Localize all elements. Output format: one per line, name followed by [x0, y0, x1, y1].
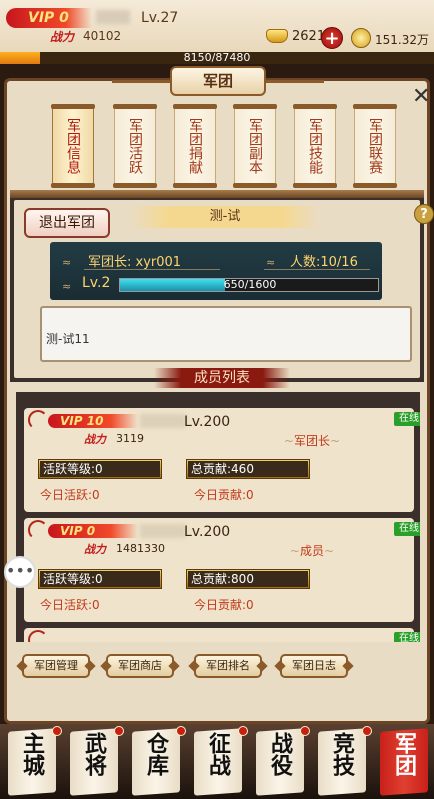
player-exp-bar: 8150/87480 — [0, 52, 434, 64]
today-contribution: 今日贡献:0 — [194, 598, 254, 612]
recharge-plus-button[interactable]: + — [321, 27, 343, 49]
member-role: 成员 — [262, 542, 362, 560]
member-list[interactable]: VIP 10 Lv.200 战力 3119 军团长 在线 活跃等级:0 总贡献:… — [16, 392, 420, 642]
nav-label: 军团 — [391, 732, 417, 776]
chat-icon[interactable]: ••• — [4, 556, 36, 588]
nav-warehouse[interactable]: 仓库 — [128, 724, 186, 799]
member-power: 1481330 — [116, 542, 165, 555]
total-contribution: 总贡献:460 — [188, 461, 308, 477]
tab-guild-dungeon[interactable]: 军团副本 — [233, 104, 277, 188]
nav-main-city[interactable]: 主城 — [4, 724, 62, 799]
member-vip-badge: VIP 10 — [48, 414, 138, 428]
nav-label: 战役 — [267, 732, 293, 776]
power-label: 战力 — [50, 30, 75, 44]
guild-rank-button[interactable]: 军团排名 — [194, 654, 262, 678]
tab-guild-donate[interactable]: 军团捐献 — [173, 104, 217, 188]
member-power-label: 战力 — [84, 543, 106, 556]
nav-arena[interactable]: 竞技 — [314, 724, 372, 799]
today-activity: 今日活跃:0 — [40, 488, 100, 502]
notification-dot-icon — [300, 726, 310, 736]
guild-exp-bar: 650/1600 — [119, 278, 379, 292]
total-contrib-box: 总贡献:460 — [186, 459, 310, 479]
guild-notice[interactable]: 测-试11 — [40, 306, 412, 362]
member-role-text: 成员 — [299, 544, 324, 558]
total-contrib-box: 总贡献:800 — [186, 569, 310, 589]
today-activity: 今日活跃:0 — [40, 598, 100, 612]
member-power-label: 战力 — [84, 433, 106, 446]
gold-ingot-icon — [266, 29, 288, 43]
member-role: 军团长 — [262, 432, 362, 450]
coin-amount: 151.32万 — [375, 33, 429, 47]
guild-log-button[interactable]: 军团日志 — [280, 654, 348, 678]
guild-member-count: 人数:10/16 — [290, 255, 358, 270]
tab-guild-activity[interactable]: 军团活跃 — [113, 104, 157, 188]
member-name-redacted — [140, 524, 186, 538]
member-vip-badge: VIP 0 — [48, 524, 138, 538]
today-contribution: 今日贡献:0 — [194, 488, 254, 502]
player-name-redacted — [96, 10, 130, 24]
online-status-badge: 在线 — [394, 412, 420, 426]
player-level: Lv.27 — [141, 10, 179, 26]
member-level: Lv.200 — [184, 414, 231, 430]
guild-exp-text: 650/1600 — [223, 278, 277, 291]
notification-dot-icon — [238, 726, 248, 736]
guild-level: Lv.2 — [82, 275, 111, 291]
nav-generals[interactable]: 武将 — [66, 724, 124, 799]
member-name-redacted — [140, 414, 186, 428]
tab-guild-skills[interactable]: 军团技能 — [293, 104, 337, 188]
nav-label: 武将 — [81, 732, 107, 776]
activity-level-box: 活跃等级:0 — [38, 569, 162, 589]
notification-dot-icon — [362, 726, 372, 736]
guild-tabs: 军团信息 军团活跃 军团捐献 军团副本 军团技能 军团联赛 — [51, 104, 412, 188]
nav-label: 主城 — [19, 732, 45, 776]
member-level: Lv.200 — [184, 524, 231, 540]
scroll-ornament-icon — [28, 630, 48, 642]
total-contribution: 总贡献:800 — [188, 571, 308, 587]
activity-level: 活跃等级:0 — [40, 461, 160, 477]
nav-label: 征战 — [205, 732, 231, 776]
guild-shop-button[interactable]: 军团商店 — [106, 654, 174, 678]
scroll-ornament-icon — [28, 410, 48, 430]
notification-dot-icon — [114, 726, 124, 736]
cloud-ornament-icon: ≈ — [62, 256, 72, 269]
online-status-badge: 在线 — [394, 632, 420, 642]
member-role-text: 军团长 — [293, 434, 330, 448]
member-power: 3119 — [116, 432, 144, 445]
notification-dot-icon — [52, 726, 62, 736]
cloud-ornament-icon: ≈ — [266, 256, 276, 269]
player-power: 40102 — [83, 29, 122, 43]
nav-battle[interactable]: 战役 — [252, 724, 310, 799]
activity-level: 活跃等级:0 — [40, 571, 160, 587]
nav-label: 仓库 — [143, 732, 169, 776]
leader-underline — [84, 269, 220, 270]
close-icon[interactable]: ✕ — [412, 84, 430, 109]
online-status-badge: 在线 — [394, 522, 420, 536]
coin-icon — [351, 28, 371, 48]
member-card[interactable]: VIP 10 Lv.200 战力 3119 军团长 在线 活跃等级:0 总贡献:… — [24, 408, 420, 512]
tab-divider — [10, 190, 424, 198]
guild-manage-button[interactable]: 军团管理 — [22, 654, 90, 678]
nav-guild[interactable]: 军团 — [376, 724, 430, 799]
member-card[interactable]: 在线 — [24, 628, 420, 642]
nav-campaign[interactable]: 征战 — [190, 724, 248, 799]
scroll-ornament-icon — [28, 520, 48, 540]
player-exp-text: 8150/87480 — [183, 51, 251, 64]
member-card[interactable]: VIP 0 Lv.200 战力 1481330 成员 在线 活跃等级:0 总贡献… — [24, 518, 420, 622]
activity-level-box: 活跃等级:0 — [38, 459, 162, 479]
help-icon[interactable]: ? — [414, 204, 434, 224]
guild-leader: 军团长: xyr001 — [88, 255, 182, 270]
quit-guild-button[interactable]: 退出军团 — [24, 208, 110, 238]
notification-dot-icon — [176, 726, 186, 736]
nav-label: 竞技 — [329, 732, 355, 776]
vip-badge[interactable]: VIP 0 — [6, 8, 92, 28]
tab-guild-info[interactable]: 军团信息 — [51, 104, 95, 188]
guild-name: 测-试 — [130, 206, 320, 228]
cloud-ornament-icon: ≈ — [62, 280, 72, 293]
tab-guild-league[interactable]: 军团联赛 — [353, 104, 397, 188]
panel-title: 军团 — [112, 66, 324, 96]
count-underline — [264, 269, 370, 270]
member-list-title: 成员列表 — [154, 368, 290, 388]
